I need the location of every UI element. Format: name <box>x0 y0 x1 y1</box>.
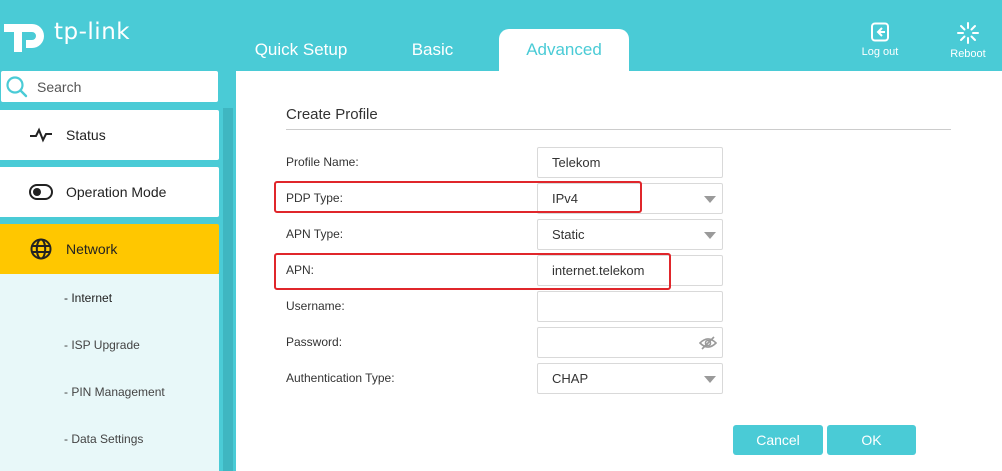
logout-icon <box>871 22 889 42</box>
globe-icon <box>29 237 53 261</box>
tab-advanced[interactable]: Advanced <box>499 29 629 71</box>
apn-type-label: APN Type: <box>286 227 344 241</box>
reboot-button[interactable]: Reboot <box>943 22 993 60</box>
sidebar-item-label: Operation Mode <box>66 184 167 200</box>
apn-type-value: Static <box>552 227 585 242</box>
sidebar-subitem-pin-management[interactable]: - PIN Management <box>0 368 219 415</box>
main-panel: Create Profile Profile Name: Telekom PDP… <box>236 71 1002 471</box>
sidebar-subitem-data-settings[interactable]: - Data Settings <box>0 415 219 462</box>
apn-type-select[interactable]: Static <box>537 219 723 250</box>
sidebar-subitem-internet[interactable]: - Internet <box>0 274 219 321</box>
logout-button[interactable]: Log out <box>855 22 905 58</box>
tab-basic[interactable]: Basic <box>366 29 499 71</box>
pdp-type-highlight <box>274 181 642 213</box>
pulse-icon <box>29 123 53 147</box>
username-label: Username: <box>286 299 345 313</box>
sidebar-menu: Status Operation Mode Network - Internet… <box>0 110 219 471</box>
username-input[interactable] <box>537 291 723 322</box>
search-icon <box>6 75 28 97</box>
profile-name-row: Profile Name: Telekom <box>286 147 723 178</box>
sidebar: Search Status Operation Mode Network - I… <box>0 71 236 471</box>
sidebar-item-label: Status <box>66 127 106 143</box>
tp-link-logo: tp-link <box>2 10 130 54</box>
password-label: Password: <box>286 335 343 349</box>
ok-button[interactable]: OK <box>827 425 916 455</box>
username-row: Username: <box>286 291 723 322</box>
section-divider <box>286 129 951 130</box>
search-input[interactable]: Search <box>1 71 218 102</box>
apn-highlight <box>274 253 671 290</box>
auth-type-value: CHAP <box>552 371 589 386</box>
sidebar-scrollbar[interactable] <box>223 108 233 471</box>
tp-link-logo-icon <box>4 24 44 52</box>
toggle-icon <box>29 180 53 204</box>
profile-name-label: Profile Name: <box>286 155 359 169</box>
search-placeholder: Search <box>37 78 82 95</box>
auth-type-row: Authentication Type: CHAP <box>286 363 723 394</box>
chevron-down-icon <box>704 376 716 383</box>
cancel-button[interactable]: Cancel <box>733 425 823 455</box>
sidebar-item-operation-mode[interactable]: Operation Mode <box>0 167 219 217</box>
auth-type-label: Authentication Type: <box>286 371 395 385</box>
profile-name-input[interactable]: Telekom <box>537 147 723 178</box>
auth-type-select[interactable]: CHAP <box>537 363 723 394</box>
sidebar-subitem-isp-upgrade[interactable]: - ISP Upgrade <box>0 321 219 368</box>
main-tabs: Quick Setup Basic Advanced <box>236 29 629 71</box>
brand-name: tp-link <box>54 19 131 45</box>
chevron-down-icon <box>704 232 716 239</box>
password-row: Password: <box>286 327 723 358</box>
reboot-label: Reboot <box>950 48 986 60</box>
section-title: Create Profile <box>286 106 378 123</box>
reboot-icon <box>957 22 979 44</box>
sidebar-item-label: Network <box>66 241 118 257</box>
chevron-down-icon <box>704 196 716 203</box>
tab-quick-setup[interactable]: Quick Setup <box>236 29 366 71</box>
logout-label: Log out <box>861 46 899 58</box>
password-input[interactable] <box>537 327 723 358</box>
eye-slash-icon[interactable] <box>699 336 717 350</box>
sidebar-item-status[interactable]: Status <box>0 110 219 160</box>
apn-type-row: APN Type: Static <box>286 219 723 250</box>
network-submenu: - Internet - ISP Upgrade - PIN Managemen… <box>0 274 219 471</box>
sidebar-item-network[interactable]: Network <box>0 224 219 274</box>
